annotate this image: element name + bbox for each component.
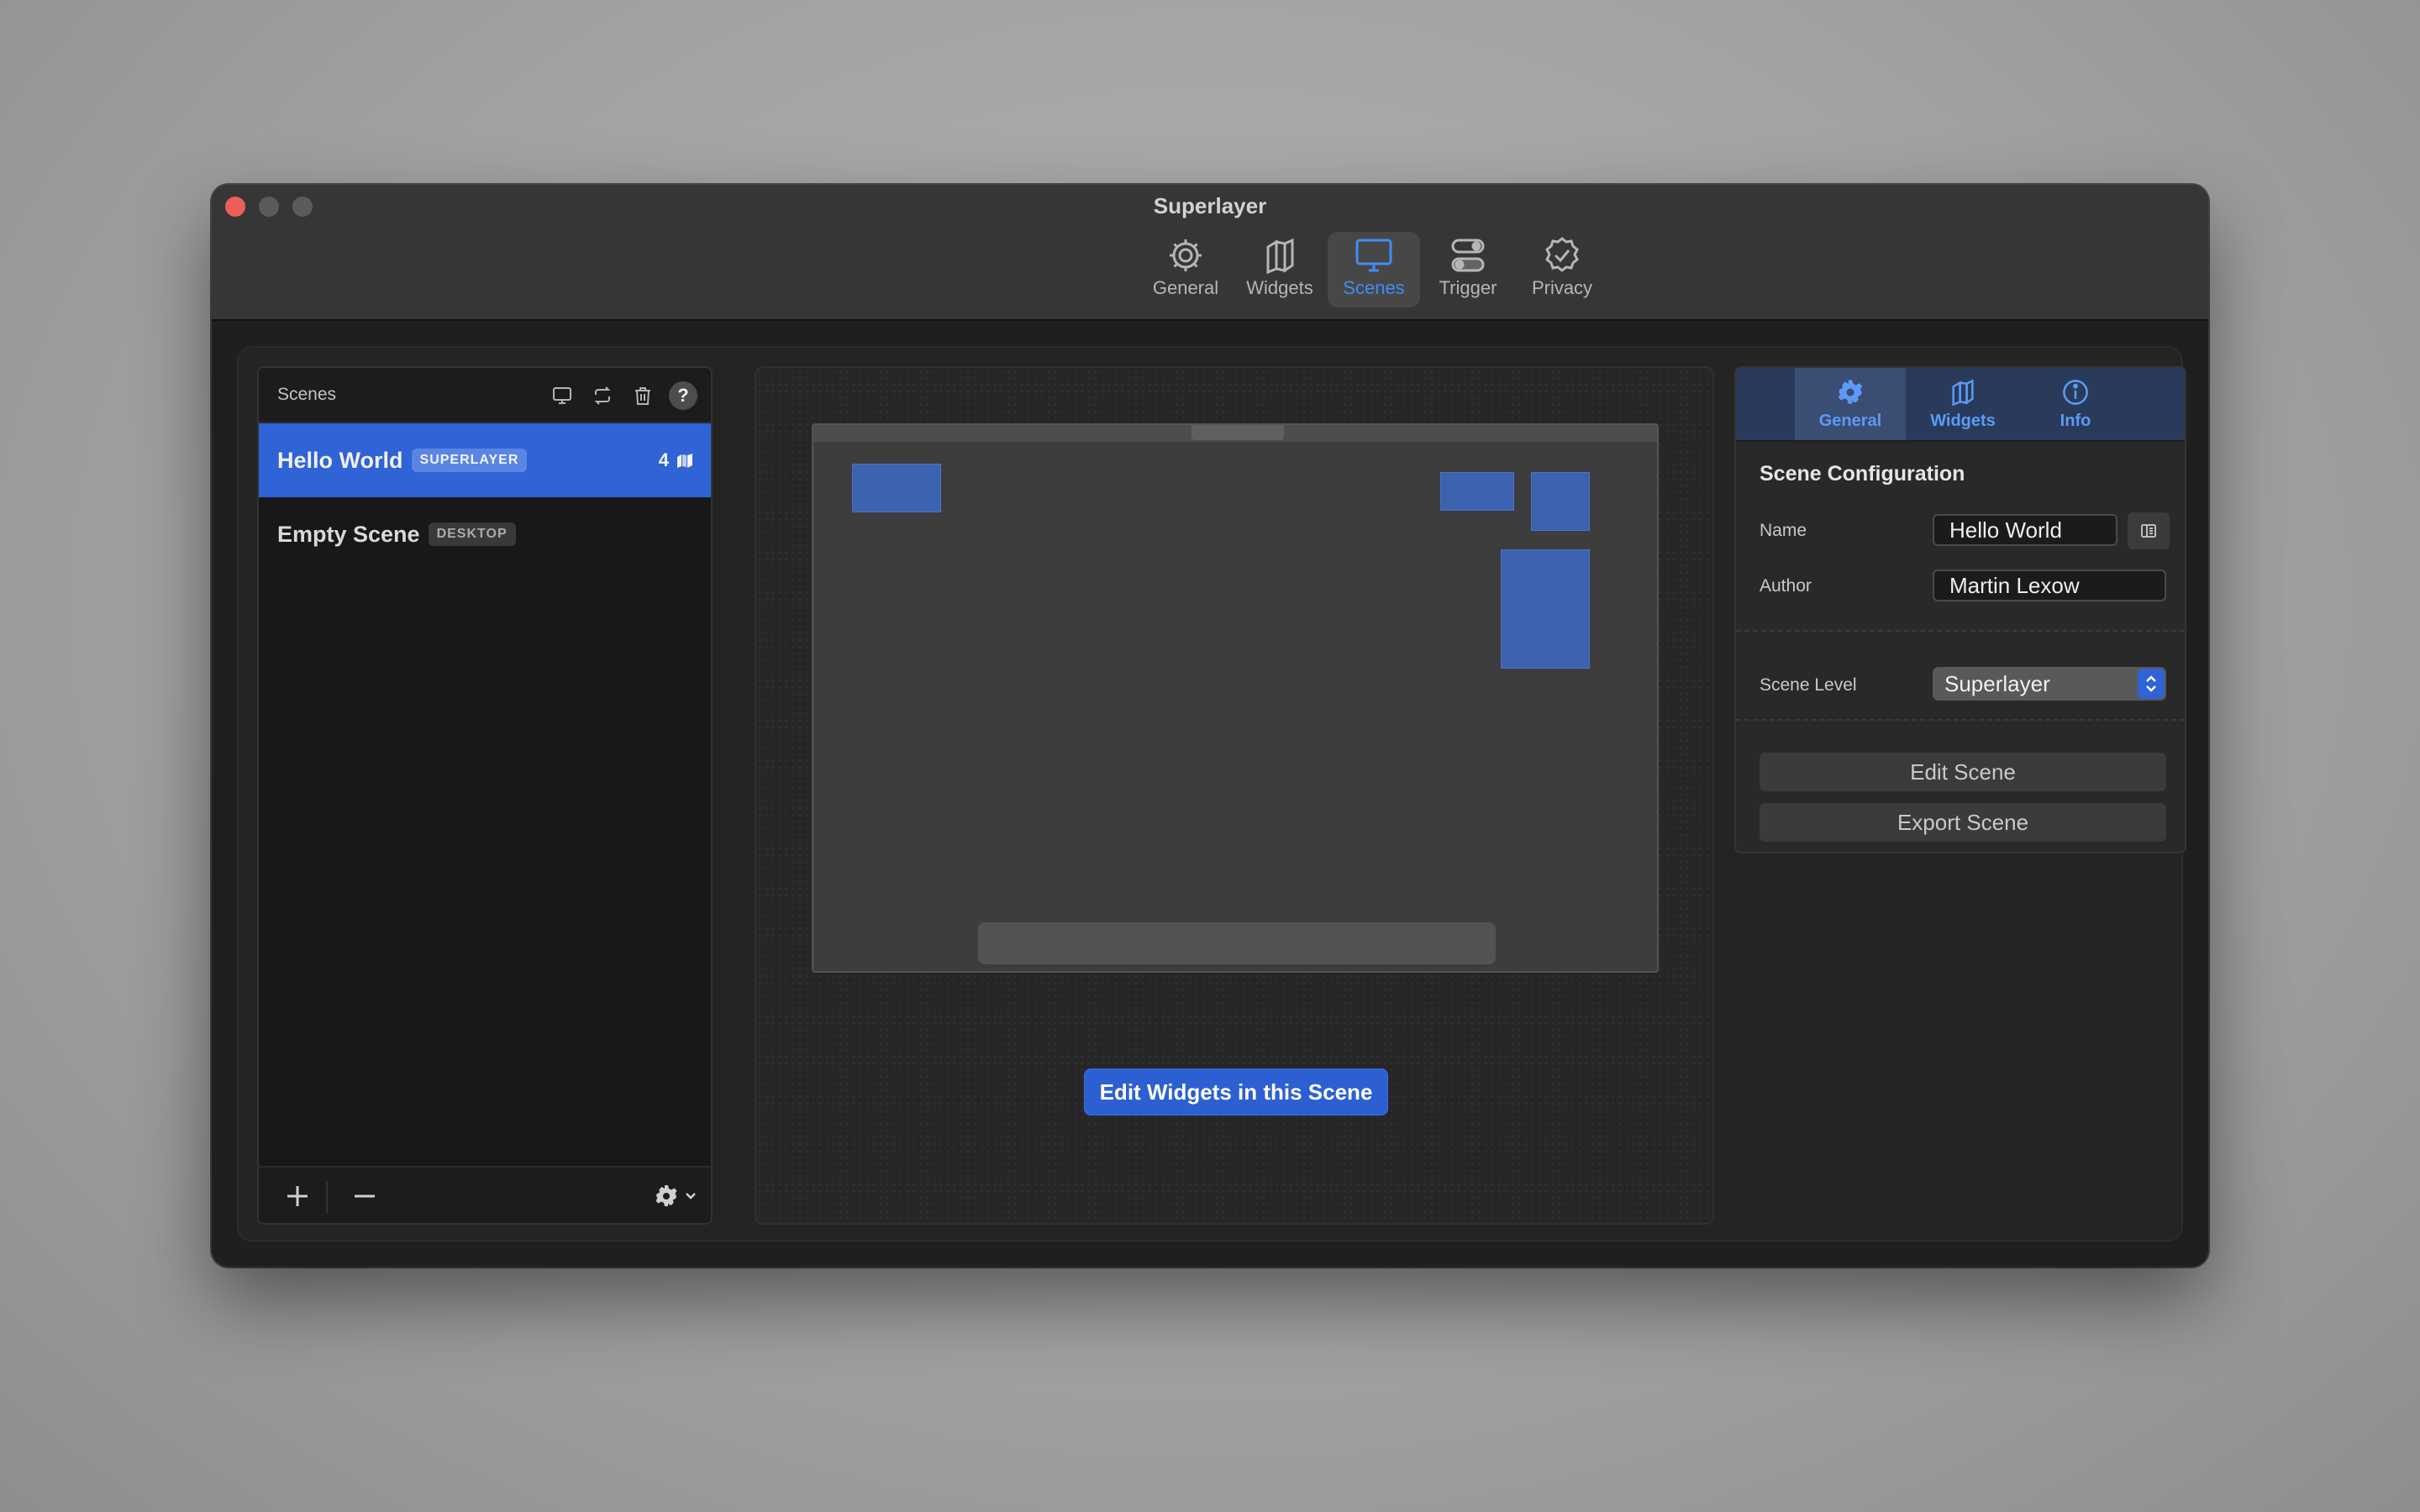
scenes-sidebar: Scenes ? Hello World SUPERLAYER 4 Empty … [257, 366, 713, 1225]
edit-scene-button[interactable]: Edit Scene [1760, 753, 2166, 791]
preferences-toolbar: General Widgets Scenes Trigger Privacy [212, 232, 2208, 312]
export-scene-button[interactable]: Export Scene [1760, 803, 2166, 842]
gear-icon [1170, 239, 1202, 271]
sidebar-header: Scenes ? [259, 368, 711, 423]
inspector-tab-general[interactable]: General [1795, 368, 1906, 440]
inspector-tab-info[interactable]: Info [2020, 368, 2131, 440]
inspector-tab-general-label: General [1818, 411, 1882, 430]
scene-level-badge: SUPERLAYER [411, 449, 528, 472]
tab-widgets[interactable]: Widgets [1234, 232, 1326, 307]
delete-scene-button[interactable] [629, 381, 657, 410]
notch-preview [1192, 425, 1284, 440]
gear-icon [655, 1185, 677, 1206]
tab-widgets-label: Widgets [1246, 277, 1313, 298]
scene-level-badge: DESKTOP [428, 522, 516, 546]
inspector-tab-info-label: Info [2060, 411, 2091, 430]
tab-general[interactable]: General [1139, 232, 1232, 307]
inspector-tab-widgets-label: Widgets [1930, 411, 1996, 430]
preview-display-button[interactable] [548, 381, 576, 410]
tab-scenes-label: Scenes [1343, 277, 1405, 298]
scene-preview: Edit Widgets in this Scene [755, 366, 1714, 1225]
widget-preview [1501, 549, 1590, 669]
gear-icon [1838, 379, 1863, 404]
section-title: Scene Configuration [1760, 462, 1965, 486]
repeat-icon [594, 386, 611, 405]
widget-preview [852, 464, 941, 512]
widgets-icon [1952, 378, 1974, 407]
scene-level-label: Scene Level [1760, 675, 1857, 695]
titlebar: Superlayer General Widgets Scenes Trigge… [212, 185, 2208, 321]
edit-widgets-button[interactable]: Edit Widgets in this Scene [1084, 1068, 1388, 1116]
tab-privacy-label: Privacy [1531, 277, 1593, 298]
tab-scenes[interactable]: Scenes [1328, 232, 1420, 307]
display-icon [553, 387, 571, 404]
tab-general-label: General [1152, 277, 1219, 298]
info-icon [2063, 379, 2088, 405]
chevron-up-down-icon [2146, 675, 2156, 692]
toggles-icon [1451, 239, 1485, 272]
window-title: Superlayer [1153, 193, 1267, 218]
inspector-tab-widgets[interactable]: Widgets [1907, 368, 2018, 440]
footer-separator [326, 1181, 328, 1213]
sidebar-tools: ? [548, 381, 697, 410]
screen-preview [812, 423, 1659, 973]
name-options-button[interactable] [2128, 512, 2170, 549]
remove-scene-button[interactable] [336, 1168, 393, 1223]
scene-level-select[interactable]: Superlayer [1933, 667, 2166, 701]
scene-name: Empty Scene [277, 521, 420, 547]
author-field[interactable]: Martin Lexow [1933, 570, 2166, 601]
tab-trigger[interactable]: Trigger [1422, 232, 1514, 307]
app-window: Superlayer General Widgets Scenes Trigge… [212, 185, 2208, 1267]
section-divider [1736, 719, 2185, 721]
tab-trigger-label: Trigger [1439, 277, 1497, 298]
sidebar-layout-icon [2141, 524, 2156, 538]
author-label: Author [1760, 576, 1812, 596]
scene-level-value: Superlayer [1944, 670, 2050, 696]
help-button[interactable]: ? [669, 381, 697, 410]
scenes-pane: Scenes ? Hello World SUPERLAYER 4 Empty … [237, 346, 2186, 1242]
scene-inspector: General Widgets Info Scene Configuration… [1734, 366, 2186, 853]
sync-button[interactable] [588, 381, 617, 410]
widget-count-value: 4 [658, 449, 669, 470]
trash-icon [635, 387, 650, 405]
widgets-icon [1266, 238, 1294, 275]
chevron-down-icon [686, 1193, 696, 1200]
widget-count: 4 [659, 423, 694, 497]
select-stepper [2138, 669, 2165, 699]
plus-icon [287, 1186, 308, 1206]
scene-actions-menu[interactable] [654, 1168, 697, 1223]
widget-preview [1531, 472, 1590, 531]
name-field[interactable]: Hello World [1933, 514, 2118, 546]
sidebar-footer [259, 1166, 711, 1223]
scene-row-empty-scene[interactable]: Empty Scene DESKTOP [259, 497, 711, 571]
checkmark-seal-icon [1545, 237, 1579, 272]
display-icon [1355, 239, 1392, 272]
minus-icon [355, 1194, 375, 1198]
scene-name: Hello World [277, 447, 403, 473]
dock-preview [978, 922, 1496, 964]
widget-preview [1440, 472, 1514, 511]
add-scene-button[interactable] [269, 1168, 326, 1223]
scene-row-hello-world[interactable]: Hello World SUPERLAYER 4 [259, 423, 711, 497]
name-label: Name [1760, 521, 1807, 540]
inspector-tabs: General Widgets Info [1736, 368, 2185, 442]
tab-privacy[interactable]: Privacy [1516, 232, 1608, 307]
widgets-icon [677, 454, 692, 468]
sidebar-title: Scenes [277, 385, 337, 404]
section-divider [1736, 630, 2185, 632]
